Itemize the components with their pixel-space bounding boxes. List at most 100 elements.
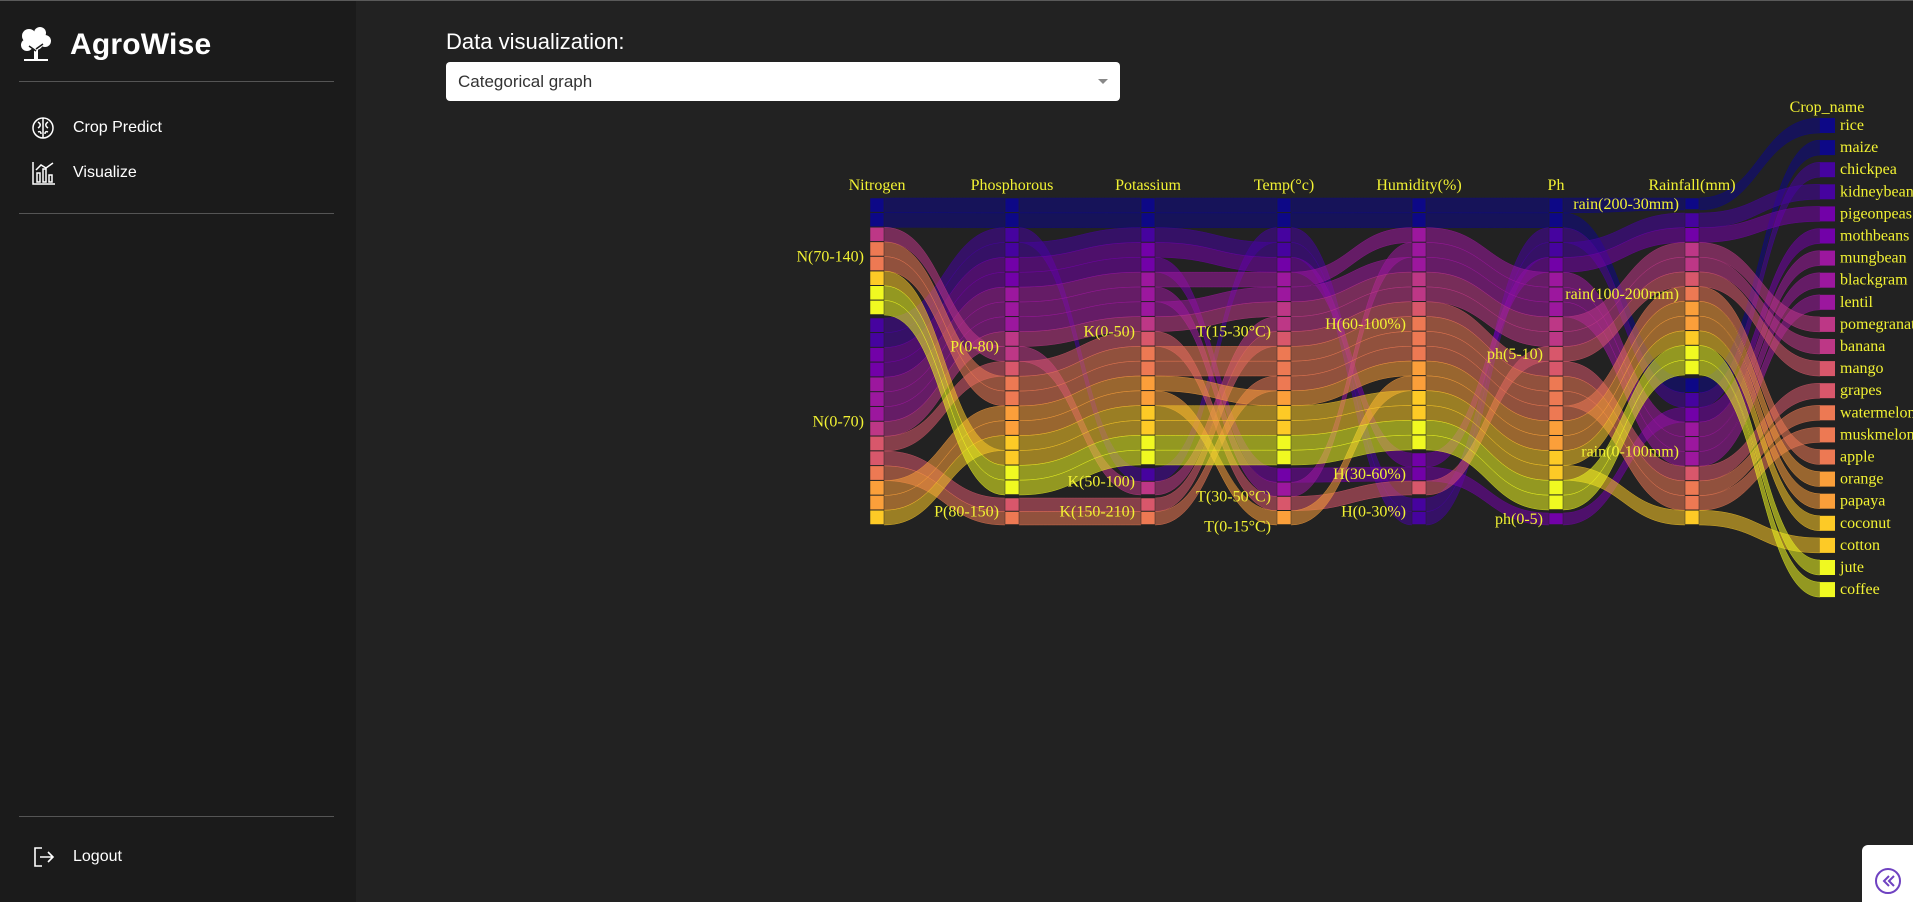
category-bar-segment[interactable] — [1411, 360, 1427, 376]
category-bar-segment[interactable] — [1140, 286, 1156, 302]
category-bar-segment[interactable] — [1004, 405, 1020, 421]
category-bar-segment[interactable] — [869, 509, 885, 525]
category-bar-segment[interactable] — [1276, 212, 1292, 228]
ribbon-coffee[interactable] — [1154, 449, 1278, 466]
category-bar-segment[interactable] — [1004, 212, 1020, 228]
category-bar-segment[interactable] — [1140, 375, 1156, 391]
crop-category-box[interactable] — [1820, 316, 1835, 332]
category-bar-segment[interactable] — [1140, 511, 1156, 525]
category-bar-segment[interactable] — [1411, 420, 1427, 435]
category-bar-segment[interactable] — [1411, 257, 1427, 272]
ribbon-muskmelon[interactable] — [1154, 360, 1278, 377]
category-bar-segment[interactable] — [869, 480, 885, 496]
category-bar-segment[interactable] — [1684, 421, 1700, 437]
category-bar-segment[interactable] — [1684, 330, 1700, 346]
category-bar-segment[interactable] — [1411, 511, 1427, 525]
category-bar-segment[interactable] — [1684, 256, 1700, 272]
category-bar-segment[interactable] — [1140, 227, 1156, 243]
category-bar-segment[interactable] — [869, 465, 885, 481]
ribbon-maize[interactable] — [1154, 212, 1278, 228]
category-bar-segment[interactable] — [1276, 316, 1292, 332]
category-bar-segment[interactable] — [1548, 480, 1564, 495]
category-bar-segment[interactable] — [869, 197, 885, 213]
ribbon-jute[interactable] — [1154, 435, 1278, 451]
category-bar-segment[interactable] — [1411, 375, 1427, 391]
crop-category-box[interactable] — [1820, 140, 1835, 156]
category-bar-segment[interactable] — [1411, 466, 1427, 481]
category-bar-segment[interactable] — [1276, 331, 1292, 347]
crop-category-box[interactable] — [1820, 515, 1835, 531]
category-bar-segment[interactable] — [1276, 467, 1292, 482]
ribbon-rice[interactable] — [883, 197, 1006, 214]
category-bar-segment[interactable] — [1004, 479, 1020, 495]
category-bar-segment[interactable] — [1411, 301, 1427, 317]
category-bar-segment[interactable] — [1684, 271, 1700, 287]
category-bar-segment[interactable] — [1004, 316, 1020, 332]
category-bar-segment[interactable] — [1004, 497, 1020, 512]
category-bar-segment[interactable] — [1548, 450, 1564, 466]
sidebar-item-crop-predict[interactable]: Crop Predict — [19, 108, 334, 148]
category-bar-segment[interactable] — [1411, 242, 1427, 258]
category-bar-segment[interactable] — [869, 241, 885, 257]
crop-category-box[interactable] — [1820, 118, 1835, 133]
category-bar-segment[interactable] — [1004, 420, 1020, 436]
category-bar-segment[interactable] — [1276, 405, 1292, 421]
category-bar-segment[interactable] — [1411, 390, 1427, 406]
category-bar-segment[interactable] — [869, 436, 885, 451]
ribbon-rice[interactable] — [1018, 197, 1142, 214]
category-bar-segment[interactable] — [1140, 405, 1156, 421]
category-bar-segment[interactable] — [1276, 420, 1292, 436]
category-bar-segment[interactable] — [1276, 435, 1292, 450]
category-bar-segment[interactable] — [1004, 242, 1020, 258]
category-bar-segment[interactable] — [1684, 360, 1700, 375]
category-bar-segment[interactable] — [869, 317, 885, 333]
category-bar-segment[interactable] — [1140, 257, 1156, 272]
category-bar-segment[interactable] — [1140, 242, 1156, 258]
category-bar-segment[interactable] — [1140, 360, 1156, 376]
crop-category-box[interactable] — [1820, 228, 1835, 244]
category-bar-segment[interactable] — [1684, 345, 1700, 361]
category-bar-segment[interactable] — [1276, 496, 1292, 511]
category-bar-segment[interactable] — [1004, 375, 1020, 391]
category-bar-segment[interactable] — [1684, 407, 1700, 422]
ribbon-rice[interactable] — [1154, 197, 1278, 214]
category-bar-segment[interactable] — [1140, 435, 1156, 450]
category-bar-segment[interactable] — [1411, 197, 1427, 213]
category-bar-segment[interactable] — [1004, 272, 1020, 287]
category-bar-segment[interactable] — [1684, 315, 1700, 331]
category-bar-segment[interactable] — [869, 376, 885, 392]
category-bar-segment[interactable] — [1548, 512, 1564, 525]
crop-category-box[interactable] — [1820, 294, 1835, 310]
category-bar-segment[interactable] — [1276, 286, 1292, 302]
crop-category-box[interactable] — [1820, 427, 1835, 443]
category-bar-segment[interactable] — [1548, 257, 1564, 273]
ribbon-maize[interactable] — [1425, 212, 1550, 228]
category-bar-segment[interactable] — [869, 495, 885, 510]
category-bar-segment[interactable] — [1684, 197, 1700, 210]
ribbon-maize[interactable] — [1018, 212, 1142, 228]
category-bar-segment[interactable] — [1684, 392, 1700, 408]
category-bar-segment[interactable] — [1140, 467, 1156, 482]
category-bar-segment[interactable] — [1548, 316, 1564, 332]
category-bar-segment[interactable] — [1140, 212, 1156, 228]
logout-button[interactable]: Logout — [19, 837, 334, 877]
category-bar-segment[interactable] — [1140, 197, 1156, 213]
crop-category-box[interactable] — [1820, 206, 1835, 222]
category-bar-segment[interactable] — [1411, 480, 1427, 495]
category-bar-segment[interactable] — [1548, 286, 1564, 302]
category-bar-segment[interactable] — [1276, 197, 1292, 213]
category-bar-segment[interactable] — [1004, 390, 1020, 406]
category-bar-segment[interactable] — [1548, 494, 1564, 510]
category-bar-segment[interactable] — [869, 270, 885, 286]
category-bar-segment[interactable] — [869, 391, 885, 407]
ribbon-cotton[interactable] — [1154, 420, 1278, 436]
category-bar-segment[interactable] — [1004, 435, 1020, 451]
category-bar-segment[interactable] — [1411, 497, 1427, 512]
category-bar-segment[interactable] — [1276, 242, 1292, 258]
category-bar-segment[interactable] — [869, 227, 885, 242]
crop-category-box[interactable] — [1820, 184, 1835, 200]
category-bar-segment[interactable] — [1684, 286, 1700, 302]
category-bar-segment[interactable] — [1684, 436, 1700, 452]
category-bar-segment[interactable] — [1684, 377, 1700, 393]
category-bar-segment[interactable] — [1411, 331, 1427, 346]
